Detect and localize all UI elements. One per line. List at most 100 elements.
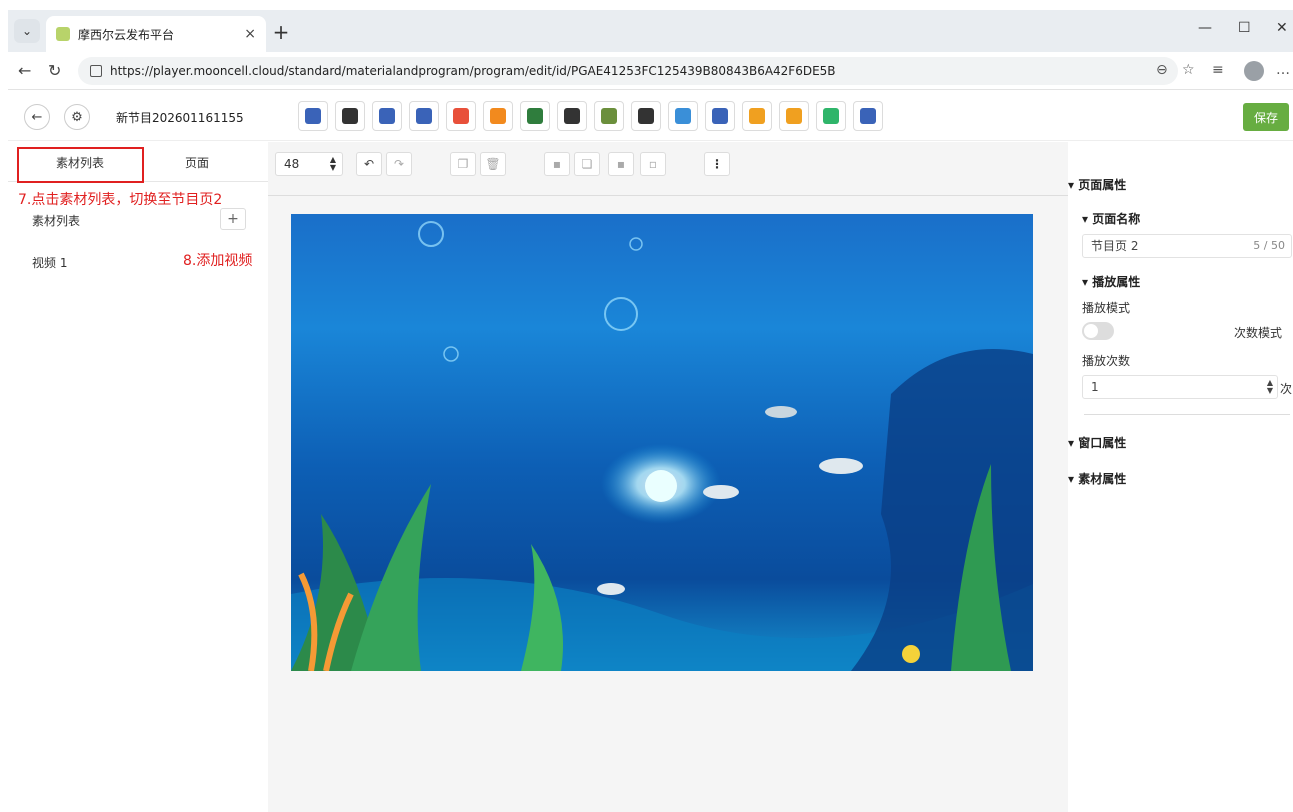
underwater-background-image: [291, 221, 1033, 671]
widget-tool-button[interactable]: [705, 101, 735, 131]
stepper-arrows-icon[interactable]: ▲ ▼: [1267, 379, 1273, 395]
app-header: ← ⚙ 新节目202601161155 保存: [8, 91, 1293, 141]
list-item[interactable]: 视频 1: [32, 254, 67, 271]
send-backward-button[interactable]: ▫: [640, 152, 666, 176]
delete-button[interactable]: 🗑: [480, 152, 506, 176]
undo-icon: ↶: [363, 157, 375, 171]
widget-tool-button[interactable]: [779, 101, 809, 131]
material-properties-section[interactable]: ▾ 素材属性: [1068, 470, 1126, 487]
address-bar: ← ↻ https://player.mooncell.cloud/standa…: [8, 52, 1293, 90]
widget-tool-button[interactable]: [335, 101, 365, 131]
more-options-button[interactable]: ⋮: [704, 152, 730, 176]
canvas-stage[interactable]: [291, 214, 1033, 671]
send-back-icon: ❏: [581, 157, 593, 171]
hourglass-icon: [786, 108, 802, 124]
zoom-icon[interactable]: ⊖: [1156, 62, 1168, 78]
annotation-add-video: 8.添加视频: [183, 253, 253, 269]
page-name-section[interactable]: ▾ 页面名称: [1082, 210, 1140, 227]
ruler-line: [268, 195, 1068, 196]
favorites-list-icon[interactable]: ≡: [1212, 62, 1224, 78]
tab-list-chevron-icon[interactable]: ⌄: [14, 19, 40, 43]
widget-tool-button[interactable]: [668, 101, 698, 131]
site-favicon-icon: [56, 27, 70, 41]
page-properties-section[interactable]: ▾ 页面属性: [1068, 176, 1126, 193]
widget-tool-button[interactable]: [557, 101, 587, 131]
page-name-value: 节目页 2: [1091, 239, 1139, 253]
window-icon: [305, 108, 321, 124]
widget-tool-button[interactable]: [446, 101, 476, 131]
save-button[interactable]: 保存: [1243, 103, 1289, 131]
tab-pages[interactable]: 页面: [185, 154, 209, 171]
widget-tool-button[interactable]: [594, 101, 624, 131]
widget-tool-button[interactable]: [409, 101, 439, 131]
new-tab-button[interactable]: +: [270, 20, 292, 44]
play-mode-toggle[interactable]: [1082, 322, 1114, 340]
favorite-star-icon[interactable]: ☆: [1182, 62, 1195, 78]
send-backward-icon: ▫: [648, 157, 658, 171]
redo-button[interactable]: ↷: [386, 152, 412, 176]
widget-tool-button[interactable]: [483, 101, 513, 131]
divider: [1084, 414, 1290, 415]
layers-icon: [379, 108, 395, 124]
stepper-arrows-icon[interactable]: ▲ ▼: [330, 156, 336, 172]
properties-panel: ▾ 页面属性 ▾ 页面名称 节目页 2 5 / 50 ▾ 播放属性 播放模式 次…: [1068, 142, 1293, 812]
bring-forward-button[interactable]: ▪: [608, 152, 634, 176]
play-count-unit: 次: [1280, 382, 1293, 396]
left-panel: 素材列表 页面 7.点击素材列表，切换至节目页2 素材列表 + 8.添加视频 视…: [8, 142, 268, 812]
widget-tool-button[interactable]: [742, 101, 772, 131]
copy-icon: ❐: [457, 157, 469, 171]
widget-tool-button[interactable]: [298, 101, 328, 131]
folder-green-icon: [823, 108, 839, 124]
url-field[interactable]: https://player.mooncell.cloud/standard/m…: [78, 57, 1178, 85]
undo-button[interactable]: ↶: [356, 152, 382, 176]
send-back-button[interactable]: ❏: [574, 152, 600, 176]
weather-icon: [675, 108, 691, 124]
trash-icon: 🗑: [485, 157, 501, 171]
canvas-area: 48 ▲ ▼ ↶ ↷ ❐ 🗑 ▪ ❏ ▪ ▫ ⋮: [268, 142, 1068, 812]
zoom-stepper[interactable]: 48 ▲ ▼: [275, 152, 343, 176]
maximize-icon[interactable]: ☐: [1238, 20, 1251, 36]
program-name: 新节目202601161155: [116, 111, 244, 125]
profile-avatar[interactable]: [1244, 61, 1264, 81]
back-button[interactable]: ←: [24, 104, 50, 130]
add-material-button[interactable]: +: [220, 208, 246, 230]
annotation-switch: 7.点击素材列表，切换至节目页2: [18, 192, 223, 208]
close-window-icon[interactable]: ✕: [1276, 20, 1288, 36]
widget-tool-button[interactable]: [631, 101, 661, 131]
video-icon: [416, 108, 432, 124]
minimize-icon[interactable]: —: [1198, 20, 1212, 36]
highlight-box: [17, 147, 144, 183]
bring-front-button[interactable]: ▪: [544, 152, 570, 176]
folder-icon: [490, 108, 506, 124]
widget-tool-button[interactable]: [372, 101, 402, 131]
settings-button[interactable]: ⚙: [64, 104, 90, 130]
url-text: https://player.mooncell.cloud/standard/m…: [110, 64, 836, 78]
widget-tool-button[interactable]: [816, 101, 846, 131]
more-menu-icon[interactable]: …: [1276, 62, 1290, 78]
tab-title: 摩西尔云发布平台: [78, 27, 175, 42]
bring-forward-icon: ▪: [616, 157, 626, 171]
image-icon: [453, 108, 469, 124]
redo-icon: ↷: [393, 157, 405, 171]
play-count-stepper[interactable]: 1 ▲ ▼: [1082, 375, 1278, 399]
reload-icon[interactable]: ↻: [48, 61, 61, 80]
play-properties-section[interactable]: ▾ 播放属性: [1082, 273, 1140, 290]
back-arrow-icon[interactable]: ←: [18, 61, 31, 80]
clock-icon: [638, 108, 654, 124]
gear-icon: ⚙: [71, 109, 83, 125]
site-info-icon[interactable]: [90, 65, 102, 77]
window-properties-section[interactable]: ▾ 窗口属性: [1068, 434, 1126, 451]
text-icon: [527, 108, 543, 124]
bring-front-icon: ▪: [552, 157, 562, 171]
materials-header: 素材列表: [32, 214, 81, 228]
browser-tab[interactable]: 摩西尔云发布平台 ×: [46, 16, 266, 52]
widget-toolbar: [298, 101, 883, 131]
tab-bar: ⌄ 摩西尔云发布平台 × + — ☐ ✕: [8, 10, 1293, 52]
tab-close-icon[interactable]: ×: [244, 26, 256, 42]
widget-tool-button[interactable]: [853, 101, 883, 131]
toggle-knob: [1084, 324, 1098, 338]
widget-tool-button[interactable]: [520, 101, 550, 131]
copy-button[interactable]: ❐: [450, 152, 476, 176]
play-count-label: 播放次数: [1082, 354, 1131, 368]
page-name-field[interactable]: 节目页 2 5 / 50: [1082, 234, 1292, 258]
